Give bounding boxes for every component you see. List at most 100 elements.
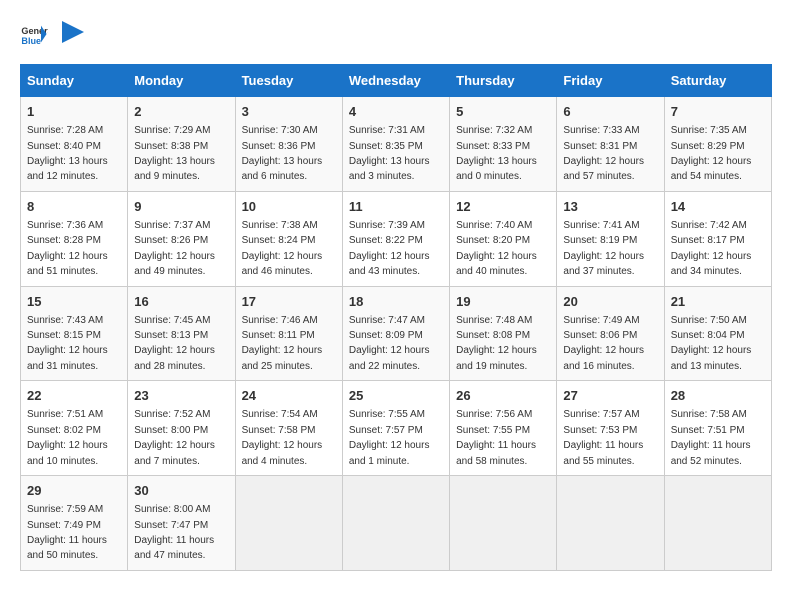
day-number: 11 bbox=[349, 198, 443, 216]
day-number: 1 bbox=[27, 103, 121, 121]
daylight-info: Daylight: 12 hours and 16 minutes. bbox=[563, 345, 644, 371]
calendar-day-cell: 7 Sunrise: 7:35 AM Sunset: 8:29 PM Dayli… bbox=[664, 97, 771, 192]
calendar-day-cell: 25 Sunrise: 7:55 AM Sunset: 7:57 PM Dayl… bbox=[342, 381, 449, 476]
calendar-week-row: 29 Sunrise: 7:59 AM Sunset: 7:49 PM Dayl… bbox=[21, 476, 772, 571]
weekday-header-friday: Friday bbox=[557, 65, 664, 97]
sunset-info: Sunset: 8:00 PM bbox=[134, 425, 208, 436]
daylight-info: Daylight: 12 hours and 49 minutes. bbox=[134, 251, 215, 277]
day-number: 8 bbox=[27, 198, 121, 216]
sunset-info: Sunset: 8:31 PM bbox=[563, 141, 637, 152]
day-number: 3 bbox=[242, 103, 336, 121]
sunset-info: Sunset: 8:11 PM bbox=[242, 330, 315, 341]
daylight-info: Daylight: 12 hours and 7 minutes. bbox=[134, 440, 215, 466]
logo-arrow-icon bbox=[62, 21, 84, 43]
calendar-day-cell: 15 Sunrise: 7:43 AM Sunset: 8:15 PM Dayl… bbox=[21, 286, 128, 381]
day-number: 29 bbox=[27, 482, 121, 500]
daylight-info: Daylight: 13 hours and 12 minutes. bbox=[27, 156, 108, 182]
sunset-info: Sunset: 8:24 PM bbox=[242, 235, 316, 246]
sunrise-info: Sunrise: 7:56 AM bbox=[456, 409, 532, 420]
sunrise-info: Sunrise: 7:57 AM bbox=[563, 409, 639, 420]
day-number: 18 bbox=[349, 293, 443, 311]
sunset-info: Sunset: 7:53 PM bbox=[563, 425, 637, 436]
calendar-day-cell: 23 Sunrise: 7:52 AM Sunset: 8:00 PM Dayl… bbox=[128, 381, 235, 476]
day-number: 21 bbox=[671, 293, 765, 311]
daylight-info: Daylight: 12 hours and 46 minutes. bbox=[242, 251, 323, 277]
weekday-header-tuesday: Tuesday bbox=[235, 65, 342, 97]
day-number: 4 bbox=[349, 103, 443, 121]
day-number: 12 bbox=[456, 198, 550, 216]
weekday-header-monday: Monday bbox=[128, 65, 235, 97]
calendar-day-cell: 4 Sunrise: 7:31 AM Sunset: 8:35 PM Dayli… bbox=[342, 97, 449, 192]
sunrise-info: Sunrise: 7:36 AM bbox=[27, 220, 103, 231]
day-number: 15 bbox=[27, 293, 121, 311]
logo: General Blue bbox=[20, 20, 84, 48]
svg-text:Blue: Blue bbox=[21, 36, 41, 46]
day-number: 5 bbox=[456, 103, 550, 121]
calendar-day-cell: 27 Sunrise: 7:57 AM Sunset: 7:53 PM Dayl… bbox=[557, 381, 664, 476]
sunrise-info: Sunrise: 7:31 AM bbox=[349, 125, 425, 136]
calendar-day-cell: 26 Sunrise: 7:56 AM Sunset: 7:55 PM Dayl… bbox=[450, 381, 557, 476]
daylight-info: Daylight: 13 hours and 3 minutes. bbox=[349, 156, 430, 182]
page-header: General Blue bbox=[20, 20, 772, 48]
sunrise-info: Sunrise: 7:54 AM bbox=[242, 409, 318, 420]
daylight-info: Daylight: 12 hours and 51 minutes. bbox=[27, 251, 108, 277]
sunrise-info: Sunrise: 7:42 AM bbox=[671, 220, 747, 231]
sunset-info: Sunset: 7:51 PM bbox=[671, 425, 745, 436]
calendar-day-cell: 1 Sunrise: 7:28 AM Sunset: 8:40 PM Dayli… bbox=[21, 97, 128, 192]
calendar-day-cell: 3 Sunrise: 7:30 AM Sunset: 8:36 PM Dayli… bbox=[235, 97, 342, 192]
sunset-info: Sunset: 8:15 PM bbox=[27, 330, 101, 341]
calendar-day-cell: 13 Sunrise: 7:41 AM Sunset: 8:19 PM Dayl… bbox=[557, 191, 664, 286]
day-number: 27 bbox=[563, 387, 657, 405]
day-number: 20 bbox=[563, 293, 657, 311]
sunrise-info: Sunrise: 7:55 AM bbox=[349, 409, 425, 420]
daylight-info: Daylight: 11 hours and 50 minutes. bbox=[27, 535, 107, 561]
daylight-info: Daylight: 12 hours and 10 minutes. bbox=[27, 440, 108, 466]
sunrise-info: Sunrise: 7:37 AM bbox=[134, 220, 210, 231]
daylight-info: Daylight: 12 hours and 54 minutes. bbox=[671, 156, 752, 182]
calendar-day-cell: 9 Sunrise: 7:37 AM Sunset: 8:26 PM Dayli… bbox=[128, 191, 235, 286]
daylight-info: Daylight: 11 hours and 52 minutes. bbox=[671, 440, 751, 466]
sunset-info: Sunset: 7:57 PM bbox=[349, 425, 423, 436]
sunrise-info: Sunrise: 7:32 AM bbox=[456, 125, 532, 136]
sunset-info: Sunset: 8:06 PM bbox=[563, 330, 637, 341]
empty-cell bbox=[342, 476, 449, 571]
sunset-info: Sunset: 7:49 PM bbox=[27, 520, 101, 531]
calendar-day-cell: 28 Sunrise: 7:58 AM Sunset: 7:51 PM Dayl… bbox=[664, 381, 771, 476]
weekday-header-thursday: Thursday bbox=[450, 65, 557, 97]
day-number: 24 bbox=[242, 387, 336, 405]
weekday-header-wednesday: Wednesday bbox=[342, 65, 449, 97]
sunrise-info: Sunrise: 7:52 AM bbox=[134, 409, 210, 420]
daylight-info: Daylight: 13 hours and 9 minutes. bbox=[134, 156, 215, 182]
day-number: 22 bbox=[27, 387, 121, 405]
empty-cell bbox=[557, 476, 664, 571]
calendar-day-cell: 24 Sunrise: 7:54 AM Sunset: 7:58 PM Dayl… bbox=[235, 381, 342, 476]
calendar-week-row: 22 Sunrise: 7:51 AM Sunset: 8:02 PM Dayl… bbox=[21, 381, 772, 476]
sunrise-info: Sunrise: 7:28 AM bbox=[27, 125, 103, 136]
sunrise-info: Sunrise: 7:41 AM bbox=[563, 220, 639, 231]
sunrise-info: Sunrise: 7:51 AM bbox=[27, 409, 103, 420]
calendar-day-cell: 12 Sunrise: 7:40 AM Sunset: 8:20 PM Dayl… bbox=[450, 191, 557, 286]
daylight-info: Daylight: 12 hours and 43 minutes. bbox=[349, 251, 430, 277]
day-number: 10 bbox=[242, 198, 336, 216]
calendar-day-cell: 30 Sunrise: 8:00 AM Sunset: 7:47 PM Dayl… bbox=[128, 476, 235, 571]
sunrise-info: Sunrise: 7:30 AM bbox=[242, 125, 318, 136]
daylight-info: Daylight: 12 hours and 31 minutes. bbox=[27, 345, 108, 371]
empty-cell bbox=[450, 476, 557, 571]
calendar-day-cell: 18 Sunrise: 7:47 AM Sunset: 8:09 PM Dayl… bbox=[342, 286, 449, 381]
sunset-info: Sunset: 7:47 PM bbox=[134, 520, 208, 531]
sunrise-info: Sunrise: 7:33 AM bbox=[563, 125, 639, 136]
sunset-info: Sunset: 8:33 PM bbox=[456, 141, 530, 152]
day-number: 23 bbox=[134, 387, 228, 405]
calendar-day-cell: 2 Sunrise: 7:29 AM Sunset: 8:38 PM Dayli… bbox=[128, 97, 235, 192]
sunrise-info: Sunrise: 7:43 AM bbox=[27, 315, 103, 326]
calendar-table: SundayMondayTuesdayWednesdayThursdayFrid… bbox=[20, 64, 772, 571]
calendar-week-row: 15 Sunrise: 7:43 AM Sunset: 8:15 PM Dayl… bbox=[21, 286, 772, 381]
sunset-info: Sunset: 8:35 PM bbox=[349, 141, 423, 152]
daylight-info: Daylight: 12 hours and 40 minutes. bbox=[456, 251, 537, 277]
day-number: 26 bbox=[456, 387, 550, 405]
calendar-day-cell: 21 Sunrise: 7:50 AM Sunset: 8:04 PM Dayl… bbox=[664, 286, 771, 381]
day-number: 17 bbox=[242, 293, 336, 311]
daylight-info: Daylight: 12 hours and 25 minutes. bbox=[242, 345, 323, 371]
sunrise-info: Sunrise: 7:47 AM bbox=[349, 315, 425, 326]
calendar-day-cell: 16 Sunrise: 7:45 AM Sunset: 8:13 PM Dayl… bbox=[128, 286, 235, 381]
